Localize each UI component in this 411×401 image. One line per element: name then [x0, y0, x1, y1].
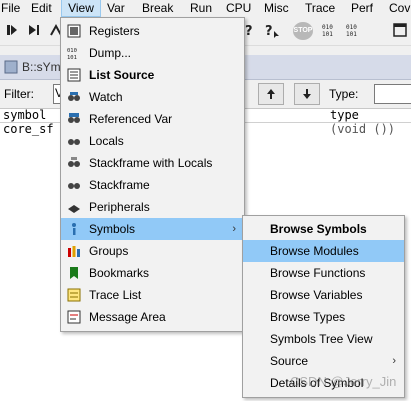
menu-item-locals[interactable]: Locals [61, 130, 244, 152]
menu-item-browse-functions[interactable]: Browse Functions [243, 262, 404, 284]
locals-icon [68, 139, 80, 145]
menu-item-groups[interactable]: Groups [61, 240, 244, 262]
svg-text:010: 010 [346, 24, 357, 31]
watch-icon [68, 92, 80, 101]
menu-cpu[interactable]: CPU [226, 0, 251, 16]
dump-icon: 010101 [67, 48, 77, 60]
filter-label: Filter: [4, 87, 34, 101]
menu-item-trace-list[interactable]: Trace List [61, 284, 244, 306]
sort-down-icon [303, 89, 311, 99]
column-header-symbol[interactable]: symbol [3, 108, 46, 122]
menu-item-browse-variables[interactable]: Browse Variables [243, 284, 404, 306]
menu-item-registers[interactable]: Registers [61, 20, 244, 42]
menu-item-browse-types[interactable]: Browse Types [243, 306, 404, 328]
svg-text:101: 101 [67, 55, 77, 60]
table-cell-symbol[interactable]: core_sf [3, 122, 54, 136]
sort-up-icon [267, 89, 275, 99]
memory-icon[interactable]: 010101 [322, 22, 338, 38]
menu-item-dump[interactable]: 010 101 Dump... [61, 42, 244, 64]
groups-icon [68, 246, 80, 257]
view-menu: Registers 010 101 Dump... List Source Wat… [60, 17, 245, 332]
message-area-icon [67, 310, 81, 324]
menu-item-symbols-tree-view[interactable]: Symbols Tree View [243, 328, 404, 350]
window-title: B::sYm [22, 60, 61, 74]
menu-misc[interactable]: Misc [264, 0, 289, 16]
window-icon[interactable] [392, 22, 408, 38]
stackframe-locals-icon [68, 157, 80, 167]
menu-item-source[interactable]: Source › [243, 350, 404, 372]
menu-cov[interactable]: Cov [389, 0, 410, 16]
menu-item-referenced-var[interactable]: Referenced Var [61, 108, 244, 130]
menu-edit[interactable]: Edit [31, 0, 52, 16]
menu-view[interactable]: View [61, 0, 101, 17]
symbols-icon [72, 223, 76, 235]
svg-text:010: 010 [322, 24, 333, 31]
menu-trace[interactable]: Trace [305, 0, 335, 16]
window-app-icon [4, 60, 18, 74]
menu-item-browse-modules[interactable]: Browse Modules [243, 240, 404, 262]
context-help-icon[interactable]: ? [264, 22, 280, 38]
menu-item-peripherals[interactable]: Peripherals [61, 196, 244, 218]
menu-file[interactable]: File [1, 0, 20, 16]
step-over-icon[interactable] [26, 22, 42, 38]
menu-var[interactable]: Var [107, 0, 125, 16]
menu-item-message-area[interactable]: Message Area [61, 306, 244, 328]
svg-text:?: ? [265, 24, 273, 38]
menu-perf[interactable]: Perf [351, 0, 373, 16]
menu-item-stackframe-with-locals[interactable]: Stackframe with Locals [61, 152, 244, 174]
svg-text:010: 010 [67, 48, 77, 54]
help-icon[interactable]: ? [243, 22, 259, 38]
sort-down-button[interactable] [294, 83, 320, 105]
svg-text:101: 101 [346, 31, 357, 38]
stop-button[interactable]: STOP [293, 22, 313, 40]
submenu-arrow-icon: › [232, 223, 236, 235]
watermark: CSDN @Jerry_Jin [290, 374, 397, 389]
sort-up-button[interactable] [258, 83, 284, 105]
trace-list-icon [67, 288, 81, 302]
table-cell-type[interactable]: (void ()) [330, 122, 395, 136]
registers-icon [67, 24, 81, 38]
symbols-submenu: Browse Symbols Browse Modules Browse Fun… [242, 215, 405, 398]
menu-item-watch[interactable]: Watch [61, 86, 244, 108]
menu-bar: File Edit View Var Break Run CPU Misc Tr… [0, 0, 411, 17]
svg-text:101: 101 [322, 31, 333, 38]
svg-text:?: ? [245, 24, 253, 38]
type-input[interactable] [374, 84, 411, 104]
menu-item-list-source[interactable]: List Source [61, 64, 244, 86]
menu-item-bookmarks[interactable]: Bookmarks [61, 262, 244, 284]
column-header-type[interactable]: type [330, 108, 359, 122]
stackframe-icon [68, 183, 80, 189]
type-label: Type: [329, 87, 359, 101]
menu-break[interactable]: Break [142, 0, 173, 16]
referenced-var-icon [68, 113, 80, 123]
peripherals-icon [68, 205, 80, 213]
menu-item-stackframe[interactable]: Stackframe [61, 174, 244, 196]
binary-icon[interactable]: 010101 [346, 22, 362, 38]
step-icon[interactable] [4, 22, 20, 38]
submenu-arrow-icon: › [392, 355, 396, 367]
menu-item-symbols[interactable]: Symbols › [61, 218, 244, 240]
menu-run[interactable]: Run [190, 0, 212, 16]
list-source-icon [67, 68, 81, 82]
menu-item-browse-symbols[interactable]: Browse Symbols [243, 218, 404, 240]
bookmark-icon [70, 267, 78, 279]
